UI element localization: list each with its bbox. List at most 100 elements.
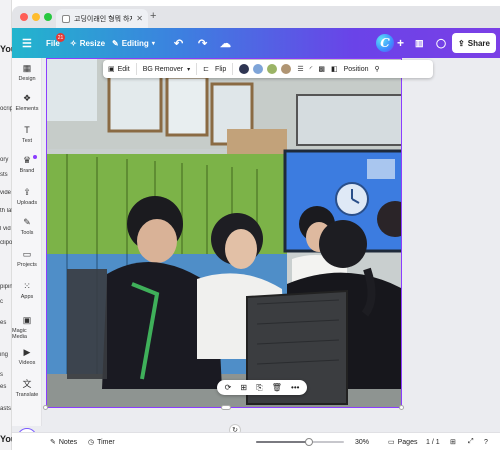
pages-button[interactable]: ▭ Pages [388,433,417,450]
color-swatch[interactable] [253,64,264,74]
fullscreen-icon[interactable]: ⤢ [468,433,474,450]
brand-icon: ♛ [22,155,32,165]
minimize-window-button[interactable] [32,13,40,21]
add-collaborator-icon[interactable]: + [397,28,404,58]
background-app-strip [0,0,12,450]
redo-icon[interactable]: ↷ [198,28,207,58]
sidebar-item-label: Videos [18,360,36,366]
sidebar-item-label: Brand [19,168,35,174]
sidebar-item-projects[interactable]: ▭ Projects [12,250,42,269]
border-style-icon[interactable]: ☰ [297,65,303,73]
sidebar-item-magic-media[interactable]: ▣ Magic Media [12,315,42,341]
divider [135,63,137,75]
sidebar-item-label: Projects [17,262,37,268]
selection-handle[interactable] [43,405,48,410]
resize-icon: ✧ [70,38,77,48]
crop-icon[interactable]: ⊏ [203,65,209,73]
delete-icon[interactable]: 🗑 [272,383,282,392]
editing-label: Editing [121,38,149,48]
background-text-fragment: c [0,299,3,305]
sidebar-item-label: Translate [15,392,39,398]
element-action-bar: ⟳ ⊞ ⎘ 🗑 ••• [217,380,307,395]
position-button[interactable]: Position [344,66,369,73]
close-window-button[interactable] [20,13,28,21]
classroom-photo[interactable] [46,58,402,408]
sidebar-item-brand[interactable]: ♛ Brand [12,155,42,174]
more-options-icon[interactable]: ••• [291,383,299,392]
sidebar-item-text[interactable]: T Text [12,125,42,145]
color-swatch[interactable] [281,64,292,74]
pages-label: Pages [397,438,418,446]
color-swatch[interactable] [239,64,250,74]
zoom-slider[interactable] [256,438,344,446]
magic-media-icon: ▣ [22,315,32,325]
background-text-fragment: ocrip [0,106,12,112]
insights-icon[interactable]: ▥ [415,28,424,58]
background-text-fragment: es [0,384,7,390]
sidebar-item-videos[interactable]: ▶ Videos [12,347,42,367]
comment-icon[interactable]: ◯ [436,28,446,58]
color-swatch[interactable] [267,64,278,74]
editing-mode-dropdown[interactable]: ✎ Editing ▾ [112,28,155,58]
new-tab-button[interactable]: + [150,10,156,22]
editor-sidebar: ▦ Design ❖ Elements T Text ♛ Brand ⇪ Uploads ✎ Tool… [12,58,42,448]
grid-view-icon[interactable]: ⊞ [450,433,456,450]
zoom-value[interactable]: 30% [355,433,369,450]
sidebar-item-tools[interactable]: ✎ Tools [12,217,42,237]
background-text-fragment: piping [0,284,12,290]
background-text-fragment: ory [0,157,9,163]
resize-button[interactable]: ✧ Resize [70,28,105,58]
bg-remover-button[interactable]: BG Remover ▾ [143,66,190,73]
chevron-down-icon: ▾ [151,40,155,47]
layer-icon[interactable]: ◧ [331,65,338,73]
canvas-area[interactable]: ▣ Edit BG Remover ▾ ⊏ Flip ☰ ◜ ▩ ◧ Posit… [43,58,500,436]
tools-icon: ✎ [23,217,31,227]
file-notification-badge: 21 [56,33,65,42]
rotate-element-icon[interactable]: ⟳ [225,383,232,392]
tab-close-icon[interactable]: ✕ [136,14,148,23]
background-text-fragment: asts [0,406,12,412]
share-button[interactable]: ⇪ Share [452,33,496,53]
undo-icon[interactable]: ↶ [174,28,183,58]
timer-button[interactable]: ◷ Timer [88,433,115,450]
flip-button[interactable]: Flip [215,66,226,73]
editor-bottom-bar: ✎ Notes ◷ Timer 30% ▭ Pages 1 / 1 ⊞ ⤢ ? [12,432,500,450]
edit-image-button[interactable]: ▣ Edit [108,65,130,74]
text-icon: T [24,125,30,135]
pencil-icon: ✎ [112,38,119,48]
zoom-slider-knob[interactable] [304,438,313,446]
sidebar-item-translate[interactable]: 文 Translate [12,380,42,399]
transparency-icon[interactable]: ▩ [318,65,325,73]
corner-rounding-icon[interactable]: ◜ [310,65,313,73]
user-avatar[interactable]: C [376,34,394,52]
timer-label: Timer [97,438,115,446]
edit-image-icon: ▣ [108,66,115,73]
browser-tab[interactable]: 고딩이래인 형뭐 하자여 ... ✕ [56,9,148,28]
zoom-slider-fill [256,441,309,443]
menu-icon[interactable]: ☰ [22,28,32,58]
edit-image-label: Edit [117,65,130,73]
maximize-window-button[interactable] [44,13,52,21]
duplicate-icon[interactable]: ⎘ [256,383,262,393]
tab-favicon-icon [62,14,70,23]
divider [232,63,234,75]
sidebar-item-design[interactable]: ▦ Design [12,63,42,83]
notes-button[interactable]: ✎ Notes [50,433,77,450]
resize-label: Resize [79,38,106,48]
classroom-photo-illustration [47,59,401,407]
sidebar-item-apps[interactable]: ⁙ Apps [12,282,42,301]
selection-handle[interactable] [399,405,404,410]
paint-format-icon[interactable]: ⚲ [374,65,379,73]
help-icon[interactable]: ? [484,433,488,450]
group-icon[interactable]: ⊞ [240,383,247,392]
editor-toolbar: ☰ File 21 ✧ Resize ✎ Editing ▾ ↶ ↷ ☁ C +… [12,28,500,58]
sidebar-item-label: Tools [20,230,34,236]
sidebar-item-elements[interactable]: ❖ Elements [12,94,42,113]
sidebar-item-uploads[interactable]: ⇪ Uploads [12,188,42,207]
videos-icon: ▶ [23,347,31,357]
selection-handle[interactable] [221,405,231,410]
cloud-save-icon[interactable]: ☁ [220,28,231,58]
chevron-down-icon: ▾ [187,66,191,73]
design-icon: ▦ [22,63,32,73]
share-label: Share [467,38,490,48]
